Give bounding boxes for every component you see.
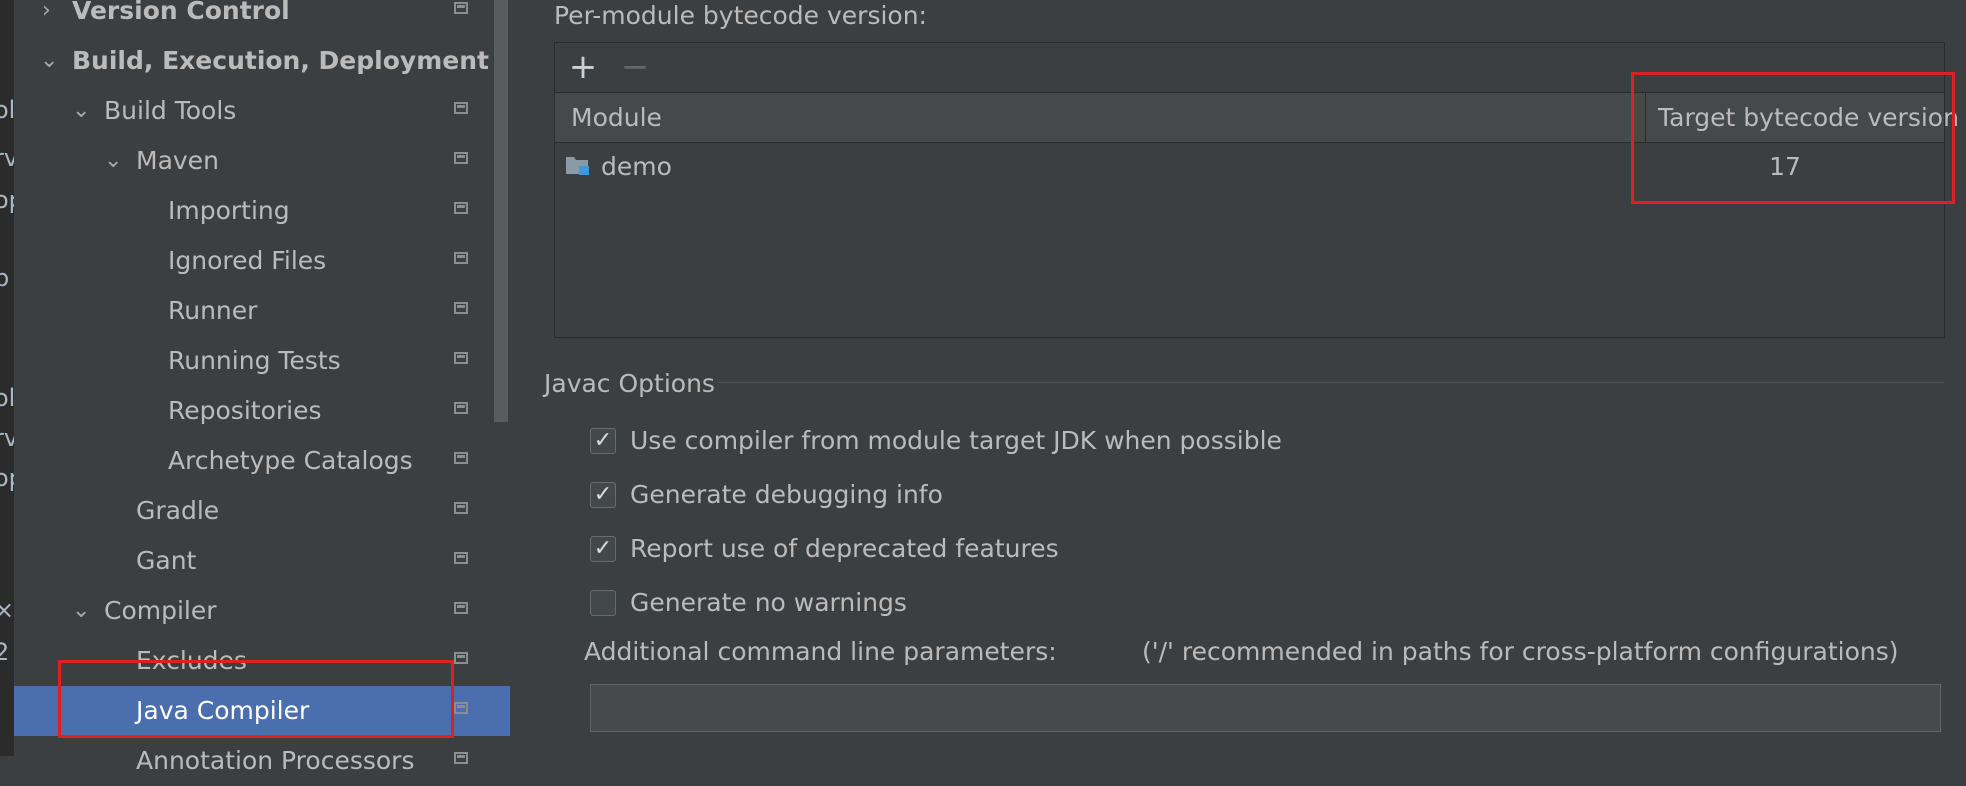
sidebar-item-build-tools[interactable]: ⌄ Build Tools [14, 86, 510, 136]
project-level-icon [454, 102, 468, 114]
sidebar-item-label: Runner [168, 296, 258, 325]
checkbox-checked[interactable]: ✓ [590, 536, 616, 562]
chevron-down-icon[interactable]: ⌄ [72, 586, 96, 636]
chevron-down-icon[interactable]: ⌄ [104, 136, 128, 186]
project-level-icon [454, 602, 468, 614]
additional-params-input[interactable] [590, 684, 1941, 732]
sidebar-item-label: Version Control [72, 0, 290, 25]
sidebar-item-archetype-catalogs[interactable]: Archetype Catalogs [14, 436, 510, 486]
sidebar-item-annotation-processors[interactable]: Annotation Processors [14, 736, 510, 786]
project-level-icon [454, 202, 468, 214]
additional-params-label: Additional command line parameters: [584, 637, 1057, 666]
sidebar-item-label: Importing [168, 196, 290, 225]
sidebar-item-gant[interactable]: Gant [14, 536, 510, 586]
project-level-icon [454, 752, 468, 764]
sidebar-item-label: Build Tools [104, 96, 237, 125]
sidebar-item-label: Gradle [136, 496, 220, 525]
javac-options-title: Javac Options [544, 369, 715, 398]
add-module-button[interactable]: + [567, 43, 599, 92]
edge-fragment: op [0, 464, 14, 492]
edge-fragment: rv [0, 424, 14, 452]
sidebar-item-label: Annotation Processors [136, 746, 415, 775]
sidebar-item-label: Repositories [168, 396, 322, 425]
option-label: Generate no warnings [630, 588, 907, 617]
sidebar-item-compiler[interactable]: ⌄ Compiler [14, 586, 510, 636]
project-level-icon [454, 552, 468, 564]
adjacent-window-edge: ole rv op p ole rv op × 2 [0, 0, 14, 756]
column-header-module[interactable]: Module [571, 93, 662, 142]
sidebar-item-label: Maven [136, 146, 219, 175]
edge-fragment: 2 [0, 638, 10, 666]
edge-fragment: p [0, 264, 10, 292]
checkbox-checked[interactable]: ✓ [590, 482, 616, 508]
sidebar-item-running-tests[interactable]: Running Tests [14, 336, 510, 386]
remove-module-button[interactable]: − [619, 43, 651, 92]
project-level-icon [454, 502, 468, 514]
module-folder-icon [566, 157, 589, 175]
sidebar-item-gradle[interactable]: Gradle [14, 486, 510, 536]
sidebar-item-maven[interactable]: ⌄ Maven [14, 136, 510, 186]
edge-fragment: rv [0, 144, 14, 172]
project-level-icon [454, 652, 468, 664]
project-level-icon [454, 452, 468, 464]
sidebar-item-build-execution-deployment[interactable]: ⌄ Build, Execution, Deployment [14, 36, 510, 86]
sidebar-item-label: Build, Execution, Deployment [72, 46, 489, 75]
bytecode-section-title: Per-module bytecode version: [554, 1, 927, 30]
project-level-icon [454, 402, 468, 414]
sidebar-item-label: Ignored Files [168, 246, 327, 275]
chevron-down-icon[interactable]: ⌄ [72, 86, 96, 136]
project-level-icon [454, 252, 468, 264]
edge-fragment: ole [0, 96, 14, 124]
sidebar-item-label: Gant [136, 546, 197, 575]
edge-fragment: ole [0, 384, 14, 412]
sidebar-item-repositories[interactable]: Repositories [14, 386, 510, 436]
chevron-down-icon[interactable]: ⌄ [40, 36, 64, 86]
module-name-cell[interactable]: demo [601, 143, 672, 191]
option-label: Use compiler from module target JDK when… [630, 426, 1282, 455]
option-label: Generate debugging info [630, 480, 943, 509]
highlight-box-target-bytecode [1631, 72, 1955, 204]
sidebar-item-runner[interactable]: Runner [14, 286, 510, 336]
chevron-right-icon[interactable]: › [42, 0, 66, 36]
sidebar-scrollbar[interactable] [494, 0, 508, 422]
sidebar-item-ignored-files[interactable]: Ignored Files [14, 236, 510, 286]
project-level-icon [454, 152, 468, 164]
section-divider [718, 382, 1944, 383]
sidebar-item-label: Running Tests [168, 346, 341, 375]
edge-fragment: × [0, 596, 14, 624]
sidebar-item-version-control[interactable]: › Version Control [14, 0, 510, 36]
sidebar-item-importing[interactable]: Importing [14, 186, 510, 236]
option-label: Report use of deprecated features [630, 534, 1059, 563]
additional-params-hint: ('/' recommended in paths for cross-plat… [1142, 637, 1899, 666]
sidebar-item-label: Compiler [104, 596, 217, 625]
highlight-box-java-compiler [58, 660, 454, 738]
project-level-icon [454, 2, 468, 14]
edge-fragment: op [0, 186, 14, 214]
project-level-icon [454, 702, 468, 714]
settings-sidebar-tree: › Version Control ⌄ Build, Execution, De… [14, 0, 510, 775]
checkbox-unchecked[interactable] [590, 590, 616, 616]
project-level-icon [454, 352, 468, 364]
checkbox-checked[interactable]: ✓ [590, 428, 616, 454]
sidebar-item-label: Archetype Catalogs [168, 446, 413, 475]
project-level-icon [454, 302, 468, 314]
